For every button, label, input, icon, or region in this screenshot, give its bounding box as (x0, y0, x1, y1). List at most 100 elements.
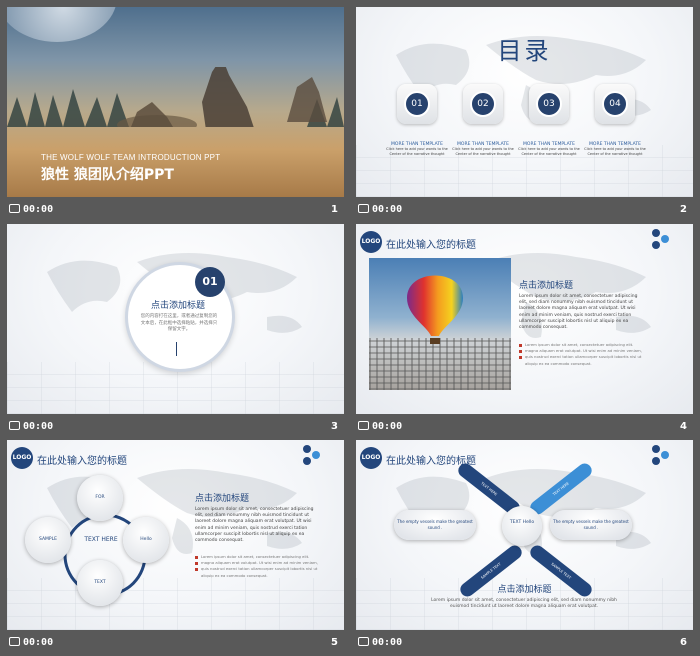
bullet-item: aliquip ex ea commodo consequat. (519, 361, 651, 367)
cycle-node-left: SAMPLE (25, 517, 71, 563)
cycle-node-top: FOR (77, 475, 123, 521)
slide-4-number: 4 (680, 421, 687, 432)
diagram-center-circle: TEXT Hello (502, 506, 542, 546)
logo-badge: LOGO (11, 447, 33, 469)
slide-1-time: 00:00 (23, 204, 54, 215)
toc-number-4: 04 (602, 91, 628, 117)
toc-number-1: 01 (404, 91, 430, 117)
bullet-text: Lorem ipsum dolor sit amet, consectetuer… (201, 554, 310, 559)
bullet-text: quis nostrud exerci tation ullamcorper s… (525, 354, 642, 360)
bullet-text: magna aliquam erat volutpat. Ut wisi eni… (201, 560, 318, 566)
slide-1-info-bar: 00:00 1 (7, 197, 344, 223)
section-heading: 点击添加标题 (150, 301, 205, 311)
transition-icon (358, 637, 369, 646)
slide-2-info-bar: 00:00 2 (356, 197, 693, 223)
caption-bubble-right: The empty vessels make the greatest soun… (550, 510, 632, 540)
slide-3-timing: 00:00 (9, 421, 53, 432)
slide-1-canvas[interactable]: THE WOLF WOLF TEAM INTRODUCTION PPT 狼性 狼… (7, 7, 344, 197)
slide-5-canvas[interactable]: LOGO 在此处输入您的标题 FOR Hello TEXT SAMPLE TEX… (7, 440, 344, 630)
caption-bubble-left: The empty vessels make the greatest soun… (394, 510, 476, 540)
slide-6-time: 00:00 (372, 637, 403, 648)
hex-decoration (312, 451, 320, 459)
hot-air-balloon-image (369, 258, 511, 390)
slide-4-info-bar: 00:00 4 (356, 414, 693, 440)
toc-item-1[interactable]: 01 (397, 84, 437, 124)
bullet-text: quis nostrud exerci tation ullamcorper s… (201, 566, 318, 572)
slide-1-number: 1 (331, 204, 338, 215)
content-heading: 点击添加标题 (519, 281, 574, 291)
slide-6-canvas[interactable]: LOGO 在此处输入您的标题 TEXT HERE TEXT HERE SAMPL… (356, 440, 693, 630)
hex-decoration (652, 241, 660, 249)
transition-icon (9, 204, 20, 213)
toc-text: Click here to add your words to the Cent… (452, 147, 514, 156)
section-divider (176, 342, 177, 356)
slide-3-time: 00:00 (23, 421, 54, 432)
cycle-node-right: Hello (123, 517, 169, 563)
bullet-icon (195, 561, 198, 565)
slide-2-time: 00:00 (372, 204, 403, 215)
hex-decoration (652, 229, 660, 237)
toc-text: Click here to add your words to the Cent… (584, 147, 646, 156)
balloon-graphic (407, 275, 463, 344)
bullet-icon (195, 555, 198, 559)
transition-icon (358, 204, 369, 213)
bullet-icon (195, 567, 198, 571)
cycle-node-bottom: TEXT (77, 560, 123, 606)
logo-badge: LOGO (360, 447, 382, 469)
bullet-text: aliquip ex ea commodo consequat. (201, 572, 268, 578)
transition-icon (9, 421, 20, 430)
content-paragraph: Lorem ipsum dolor sit amet, consectetuer… (519, 294, 638, 331)
toc-caption-3: MORE THAN TEMPLATE Click here to add you… (517, 142, 581, 157)
hex-decoration (303, 445, 311, 453)
toc-number-2: 02 (470, 91, 496, 117)
toc-item-4[interactable]: 04 (595, 84, 635, 124)
content-heading: 点击添加标题 (497, 585, 552, 595)
bullet-text: aliquip ex ea commodo consequat. (525, 360, 592, 366)
toc-item-3[interactable]: 03 (529, 84, 569, 124)
section-text: 您的内容打在这里，或者通过复制您的文本后，在此框中选择粘贴，并选择只保留文字。 (140, 314, 218, 332)
slide-5-timing: 00:00 (9, 637, 53, 648)
content-heading: 点击添加标题 (195, 494, 250, 504)
hex-decoration (652, 445, 660, 453)
slide-6-number: 6 (680, 637, 687, 648)
transition-icon (358, 421, 369, 430)
transition-icon (9, 637, 20, 646)
slide-5-number: 5 (331, 637, 338, 648)
slide-4-time: 00:00 (372, 421, 403, 432)
toc-text: Click here to add your words to the Cent… (386, 147, 448, 156)
bullet-icon (519, 349, 522, 353)
bullet-text: magna aliquam erat volutpat. Ut wisi eni… (525, 348, 642, 354)
content-paragraph: Lorem ipsum dolor sit amet, consectetuer… (195, 507, 314, 544)
slide-5-time: 00:00 (23, 637, 54, 648)
slide-sorter-grid: THE WOLF WOLF TEAM INTRODUCTION PPT 狼性 狼… (0, 0, 700, 648)
content-paragraph: Lorem ipsum dolor sit amet, consectetuer… (431, 598, 617, 610)
slide-header: 在此处输入您的标题 (386, 240, 476, 251)
toc-caption-4: MORE THAN TEMPLATE Click here to add you… (583, 142, 647, 157)
slide-4-canvas[interactable]: LOGO 在此处输入您的标题 点击添加标题 Lorem ipsum dolor … (356, 224, 693, 414)
slide-1-subtitle: THE WOLF WOLF TEAM INTRODUCTION PPT (41, 153, 221, 162)
slide-6-info-bar: 00:00 6 (356, 630, 693, 656)
bullet-icon (519, 355, 522, 359)
slide-5-info-bar: 00:00 5 (7, 630, 344, 656)
moon-graphic (7, 7, 117, 42)
hex-decoration (303, 457, 311, 465)
toc-number-3: 03 (536, 91, 562, 117)
toc-caption-1: MORE THAN TEMPLATE Click here to add you… (385, 142, 449, 157)
slide-header: 在此处输入您的标题 (37, 456, 127, 467)
bullet-list: Lorem ipsum dolor sit amet, consectetuer… (195, 554, 327, 579)
hex-decoration (661, 451, 669, 459)
hex-decoration (652, 457, 660, 465)
toc-title: 目录 (497, 37, 552, 65)
bullet-list: Lorem ipsum dolor sit amet, consectetuer… (519, 342, 651, 367)
slide-2-number: 2 (680, 204, 687, 215)
slide-4-timing: 00:00 (358, 421, 402, 432)
slide-2-timing: 00:00 (358, 204, 402, 215)
cycle-center-text: TEXT HERE (84, 536, 118, 543)
toc-item-2[interactable]: 02 (463, 84, 503, 124)
section-number-badge: 01 (195, 267, 225, 297)
slide-3-canvas[interactable]: 01 点击添加标题 您的内容打在这里，或者通过复制您的文本后，在此框中选择粘贴，… (7, 224, 344, 414)
bullet-item: aliquip ex ea commodo consequat. (195, 573, 327, 579)
slide-2-canvas[interactable]: 目录 01 02 03 04 MORE THAN TEMPLATE Click … (356, 7, 693, 197)
slide-6-timing: 00:00 (358, 637, 402, 648)
slide-1-timing: 00:00 (9, 204, 53, 215)
